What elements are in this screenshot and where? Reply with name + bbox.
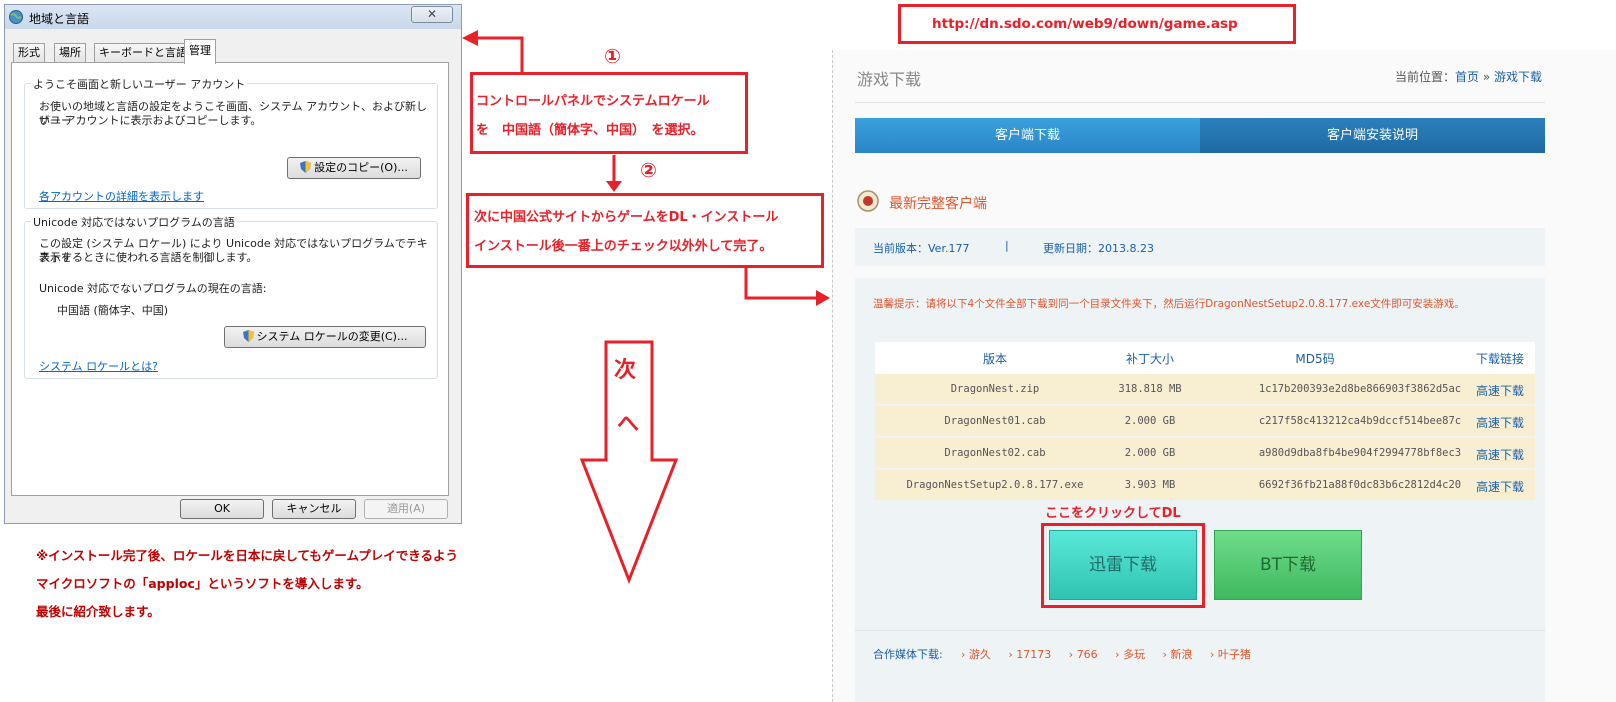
row-download-link[interactable]: 高速下载 xyxy=(1455,446,1545,463)
row-file: DragonNestSetup2.0.8.177.exe xyxy=(906,479,1084,491)
update-date: 更新日期：2013.8.23 xyxy=(1043,242,1154,255)
note-line2: マイクロソフトの「apploc」というソフトを導入します。 xyxy=(36,576,369,591)
table-header-row: 版本 补丁大小 MD5码 下载链接 xyxy=(875,342,1535,374)
xunlei-download-button[interactable]: 迅雷下载 xyxy=(1049,530,1197,600)
arrow-to-web-head xyxy=(816,290,830,306)
header-download: 下载链接 xyxy=(1475,352,1524,366)
partner-link[interactable]: › 新浪 xyxy=(1163,648,1193,661)
header-md5: MD5码 xyxy=(1295,352,1335,366)
row-download-link[interactable]: 高速下载 xyxy=(1455,478,1545,495)
bt-download-button[interactable]: BT下载 xyxy=(1214,530,1362,600)
version-label: 当前版本：Ver.177 xyxy=(873,242,970,255)
header-version: 版本 xyxy=(982,352,1007,366)
breadcrumb-current[interactable]: 游戏下载 xyxy=(1494,70,1542,84)
row-size: 2.000 GB xyxy=(1124,415,1176,427)
breadcrumb: 当前位置：首页 » 游戏下载 xyxy=(1395,68,1542,85)
table-row: DragonNest01.cab 2.000 GB c217f58c413212… xyxy=(875,406,1535,436)
partners-divider xyxy=(855,630,1545,631)
step2-box xyxy=(466,193,824,268)
version-bar: 当前版本：Ver.177 | 更新日期：2013.8.23 xyxy=(855,228,1545,266)
table-row: DragonNest02.cab 2.000 GB a980d9dba8fb4b… xyxy=(875,438,1535,468)
partner-link[interactable]: › 游久 xyxy=(961,648,991,661)
row-size: 3.903 MB xyxy=(1124,479,1176,491)
note-line1: ※インストール完了後、ロケールを日本に戻してもゲームプレイできるよう xyxy=(36,548,459,563)
url-text: http://dn.sdo.com/web9/down/game.asp xyxy=(932,16,1238,32)
partner-link[interactable]: › 叶子猪 xyxy=(1210,648,1251,661)
row-download-link[interactable]: 高速下载 xyxy=(1455,382,1545,399)
tab-client-download[interactable]: 客户端下载 xyxy=(855,118,1200,153)
partners-label: 合作媒体下载: xyxy=(873,648,943,661)
tip-bar: 温馨提示：请将以下4个文件全部下载到同一个目录文件夹下，然后运行DragonNe… xyxy=(855,278,1545,326)
step2-number: ② xyxy=(640,158,657,182)
client-emblem-icon xyxy=(857,190,879,212)
download-webpage: 游戏下载 当前位置：首页 » 游戏下载 客户端下载 客户端安装说明 最新完整客户… xyxy=(832,50,1616,702)
step1-number: ① xyxy=(604,44,621,68)
partners-list: › 游久 › 17173 › 766 › 多玩 › 新浪 › 叶子猪 xyxy=(961,646,1251,662)
step2-line1: 次に中国公式サイトからゲームをDL・インストール xyxy=(474,210,779,225)
step1-line1: コントロールパネルでシステムロケール xyxy=(476,94,710,109)
arrow-step-down-head xyxy=(606,181,622,192)
step1-box xyxy=(470,72,748,154)
step2-line2: インストール後一番上のチェック以外外して完了。 xyxy=(474,239,773,254)
row-size: 2.000 GB xyxy=(1124,447,1176,459)
partner-link[interactable]: › 17173 xyxy=(1008,648,1051,661)
version-divider: | xyxy=(1005,239,1009,252)
tab-install-guide[interactable]: 客户端安装说明 xyxy=(1200,118,1545,153)
row-file: DragonNest.zip xyxy=(950,383,1040,395)
arrow-to-dialog-head xyxy=(462,30,478,46)
table-row: DragonNest.zip 318.818 MB 1c17b200393e2d… xyxy=(875,374,1535,404)
note-line3: 最後に紹介致します。 xyxy=(36,604,160,619)
row-download-link[interactable]: 高速下载 xyxy=(1455,414,1545,431)
row-file: DragonNest02.cab xyxy=(944,447,1046,459)
next-char-1: 次 xyxy=(614,358,637,383)
breadcrumb-separator: » xyxy=(1482,70,1491,84)
install-tip: 温馨提示：请将以下4个文件全部下载到同一个目录文件夹下，然后运行DragonNe… xyxy=(873,298,1465,310)
row-file: DragonNest01.cab xyxy=(944,415,1046,427)
breadcrumb-home-link[interactable]: 首页 xyxy=(1455,70,1479,84)
web-page-title: 游戏下载 xyxy=(857,70,922,89)
tab-administrative[interactable]: 管理 xyxy=(184,39,216,64)
breadcrumb-label: 当前位置： xyxy=(1394,70,1455,84)
arrow-to-web xyxy=(744,268,818,300)
title-divider xyxy=(855,102,1545,103)
partner-link[interactable]: › 766 xyxy=(1069,648,1098,661)
click-here-label: ここをクリックしてDL xyxy=(1045,506,1181,521)
step1-line2: を 中国語（簡体字、中国） を選択。 xyxy=(476,123,704,138)
row-size: 318.818 MB xyxy=(1118,383,1182,395)
header-size: 补丁大小 xyxy=(1125,352,1174,366)
section-title: 最新完整客户端 xyxy=(889,196,987,212)
partner-link[interactable]: › 多玩 xyxy=(1115,648,1145,661)
table-row: DragonNestSetup2.0.8.177.exe 3.903 MB 66… xyxy=(875,470,1535,500)
next-char-2: へ xyxy=(617,412,640,437)
